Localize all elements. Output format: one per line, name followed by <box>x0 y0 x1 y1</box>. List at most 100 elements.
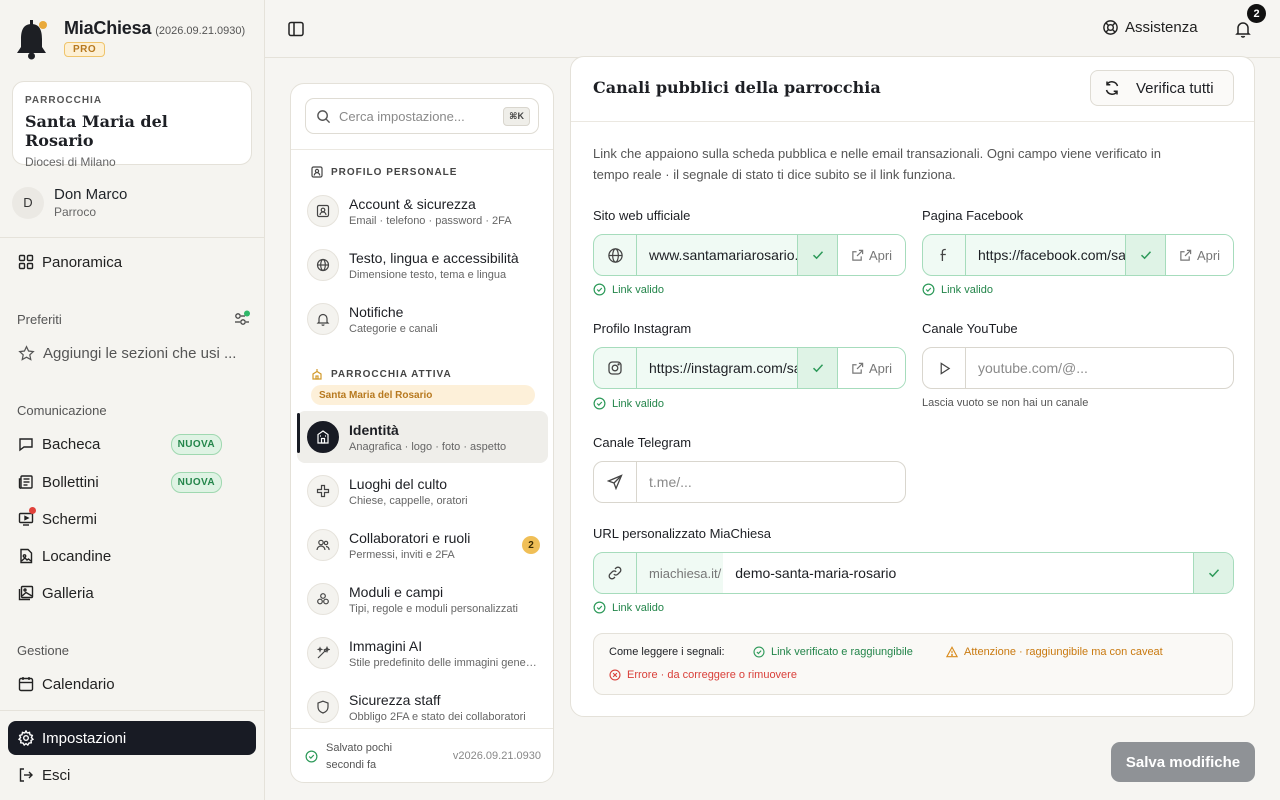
divider <box>291 149 553 150</box>
play-icon <box>923 348 966 388</box>
warning-icon <box>946 646 958 658</box>
group-personal-profile: PROFILO PERSONALE <box>311 166 457 178</box>
favorites-add[interactable]: Aggiungi le sezioni che usi ... <box>8 336 256 370</box>
gear-icon <box>18 730 34 746</box>
card-header: Canali pubblici della parrocchia Verific… <box>571 57 1254 122</box>
nav-overview-label: Panoramica <box>42 253 123 271</box>
telegram-field <box>593 461 906 503</box>
avatar: D <box>12 186 44 219</box>
settings-item-notifications[interactable]: Notifiche Categorie e canali <box>297 293 548 345</box>
legend-error: Errore · da correggere o rimuovere <box>609 669 797 681</box>
save-changes-button[interactable]: Salva modifiche <box>1111 742 1255 782</box>
search-icon <box>317 109 331 123</box>
instagram-field: Apri <box>593 347 906 389</box>
check-icon <box>797 348 837 388</box>
settings-item-identity[interactable]: Identità Anagrafica · logo · foto · aspet… <box>297 411 548 463</box>
building-icon <box>307 421 339 453</box>
facebook-field: Apri <box>922 234 1234 276</box>
parish-switcher[interactable]: PARROCCHIA Santa Maria del Rosario Dioce… <box>12 81 252 169</box>
new-badge: NUOVA <box>170 434 222 455</box>
custom-url-status: Link valido <box>593 601 664 614</box>
settings-item-collaborators[interactable]: Collaboratori e ruoli Permessi, inviti e … <box>297 519 548 571</box>
favorites-settings-icon[interactable] <box>233 310 251 328</box>
nav-galleria[interactable]: Galleria <box>8 576 256 610</box>
top-bar: Assistenza 2 <box>265 0 1280 58</box>
message-icon <box>19 438 33 452</box>
nav-schermi-label: Schermi <box>42 510 98 528</box>
app-version: v2026.09.21.0930 <box>452 750 541 762</box>
telegram-input[interactable] <box>637 462 905 502</box>
globe-icon <box>594 235 637 275</box>
website-field: Apri <box>593 234 906 276</box>
nav-schermi[interactable]: Schermi <box>8 502 256 536</box>
user-name: Don Marco <box>54 186 128 203</box>
youtube-input[interactable] <box>966 348 1233 388</box>
instagram-icon <box>594 348 637 388</box>
telegram-label: Canale Telegram <box>593 435 692 450</box>
church-icon <box>312 369 322 380</box>
settings-search[interactable]: ⌘K <box>305 98 539 134</box>
nav-calendar[interactable]: Calendario <box>8 667 256 701</box>
nav-settings-label: Impostazioni <box>42 729 127 747</box>
nav-bollettini[interactable]: Bollettini NUOVA <box>8 465 256 499</box>
settings-item-staff-security[interactable]: Sicurezza staff Obbligo 2FA e stato dei c… <box>297 681 548 733</box>
favorites-title: Preferiti <box>17 312 62 327</box>
notifications-bell-icon[interactable] <box>1234 20 1252 38</box>
facebook-open-button[interactable]: Apri <box>1165 235 1233 275</box>
globe-icon <box>307 249 339 281</box>
blocks-icon <box>307 583 339 615</box>
settings-item-places[interactable]: Luoghi del culto Chiese, cappelle, orator… <box>297 465 548 517</box>
nav-locandine[interactable]: Locandine <box>8 539 256 573</box>
divider <box>0 710 265 711</box>
management-title: Gestione <box>17 643 70 658</box>
website-input[interactable] <box>637 235 797 275</box>
instagram-label: Profilo Instagram <box>593 321 692 336</box>
parish-name: Santa Maria del Rosario <box>25 112 168 150</box>
check-icon <box>1193 553 1233 593</box>
newspaper-icon <box>18 475 33 489</box>
user-profile[interactable]: D Don Marco Parroco <box>12 186 127 219</box>
notification-count: 2 <box>1247 4 1266 23</box>
custom-url-input[interactable] <box>723 553 1193 593</box>
settings-item-language[interactable]: Testo, lingua e accessibilità Dimensione … <box>297 239 548 291</box>
nav-settings[interactable]: Impostazioni <box>8 721 256 755</box>
instagram-input[interactable] <box>637 348 797 388</box>
sidebar-toggle-icon[interactable] <box>287 20 305 38</box>
facebook-input[interactable] <box>966 235 1125 275</box>
gallery-icon <box>18 585 34 601</box>
users-icon <box>307 529 339 561</box>
id-card-icon <box>311 166 323 178</box>
verify-all-button[interactable]: Verifica tutti <box>1090 70 1234 106</box>
instagram-open-button[interactable]: Apri <box>837 348 905 388</box>
user-role: Parroco <box>54 205 97 219</box>
nav-bacheca-label: Bacheca <box>42 435 101 453</box>
nav-bacheca[interactable]: Bacheca NUOVA <box>8 427 256 461</box>
file-image-icon <box>20 548 33 564</box>
help-button[interactable]: Assistenza <box>1102 19 1198 36</box>
check-circle-icon <box>753 646 765 658</box>
active-indicator <box>297 413 300 453</box>
favorites-add-label: Aggiungi le sezioni che usi ... <box>43 344 237 362</box>
legend-warning: Attenzione · raggiungibile ma con caveat <box>946 646 1163 658</box>
divider <box>0 237 265 238</box>
saved-label: Salvato pochi secondi fa <box>326 741 393 771</box>
check-circle-icon <box>593 283 606 296</box>
nav-overview[interactable]: Panoramica <box>8 245 256 279</box>
youtube-field <box>922 347 1234 389</box>
website-open-button[interactable]: Apri <box>837 235 905 275</box>
search-input[interactable] <box>339 108 489 124</box>
refresh-icon <box>1105 81 1119 95</box>
save-status: Salvato pochi secondi fa v2026.09.21.093… <box>291 728 553 782</box>
bell-icon <box>307 303 339 335</box>
pro-badge: PRO <box>64 42 106 57</box>
settings-item-forms[interactable]: Moduli e campi Tipi, regole e moduli pers… <box>297 573 548 625</box>
settings-item-account[interactable]: Account & sicurezza Email · telefono · pa… <box>297 185 548 237</box>
nav-bollettini-label: Bollettini <box>42 473 99 491</box>
card-description: Link che appaiono sulla scheda pubblica … <box>593 146 1162 182</box>
settings-item-ai-images[interactable]: Immagini AI Stile predefinito delle immag… <box>297 627 548 679</box>
nav-galleria-label: Galleria <box>42 584 94 602</box>
cross-icon <box>307 475 339 507</box>
nav-logout[interactable]: Esci <box>8 758 256 792</box>
help-label: Assistenza <box>1125 19 1198 36</box>
check-icon <box>1125 235 1165 275</box>
